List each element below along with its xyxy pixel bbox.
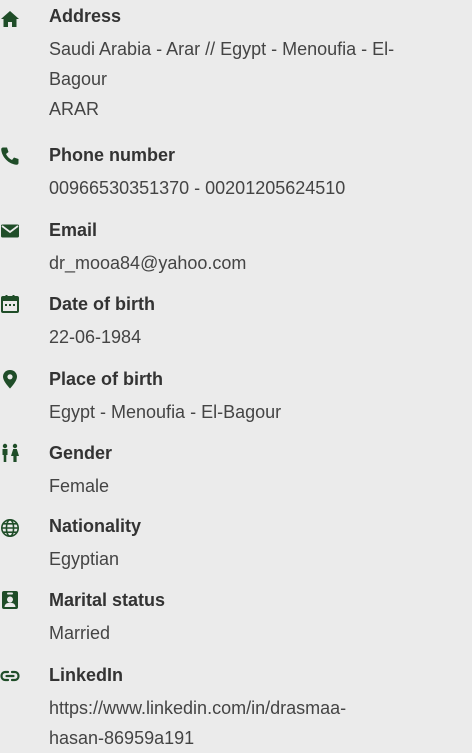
date-of-birth-value: 22-06-1984 [49,327,142,347]
linkedin-value[interactable]: https://www.linkedin.com/in/drasmaa- has… [49,693,461,753]
place-of-birth-value: Egypt - Menoufia - El-Bagour [49,402,282,422]
marital-status-value: Married [49,623,111,643]
address-value: Saudi Arabia - Arar // Egypt - Menoufia … [49,39,395,119]
address-label: Address [49,6,122,26]
linkedin-label: LinkedIn [49,665,124,685]
phone-label: Phone number [49,145,176,165]
gender-label: Gender [49,443,113,463]
date-of-birth-label: Date of birth [49,294,155,314]
gender-value: Female [49,476,110,496]
id-badge-icon [0,590,20,610]
nationality-label: Nationality [49,516,142,536]
marital-status-label: Marital status [49,590,166,610]
home-icon [0,9,20,29]
globe-icon [0,518,20,538]
nationality-value: Egyptian [49,549,120,569]
envelope-icon [0,221,20,241]
email-label: Email [49,220,98,240]
gender-icon [0,443,20,463]
email-value: dr_mooa84@yahoo.com [49,253,247,273]
phone-icon [0,146,20,166]
phone-value: 00966530351370 - 00201205624510 [49,178,346,198]
place-of-birth-label: Place of birth [49,369,164,389]
map-pin-icon [0,369,20,389]
calendar-icon [0,294,20,314]
link-icon [0,666,20,686]
